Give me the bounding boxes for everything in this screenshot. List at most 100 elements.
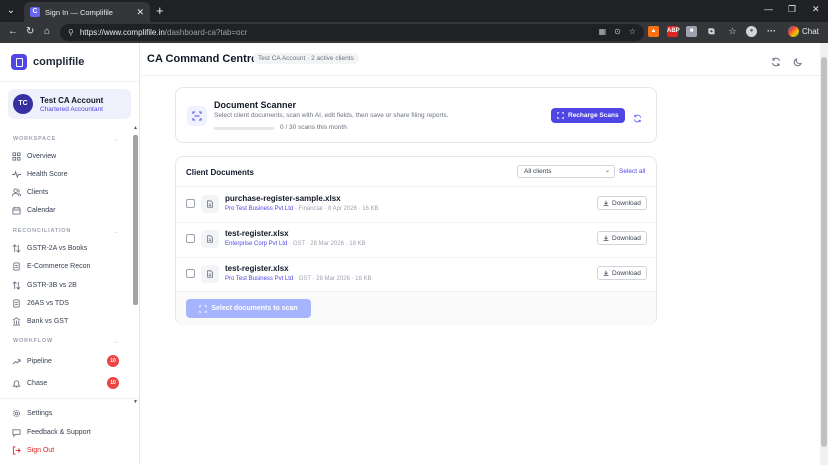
tab-title: Sign In — Complifile — [45, 7, 113, 17]
sign-out-button[interactable]: Sign Out — [11, 443, 123, 457]
document-icon — [11, 261, 21, 271]
chevron-down-icon[interactable]: ⌄ — [113, 338, 118, 345]
sidebar: complifile TC Test CA Account Chartered … — [0, 43, 140, 465]
sidebar-item-label: Settings — [27, 409, 53, 417]
download-icon — [603, 270, 609, 276]
tab-search-icon[interactable]: ⌄ — [3, 3, 19, 19]
select-documents-to-scan-button[interactable]: Select documents to scan — [186, 299, 311, 318]
row-checkbox[interactable] — [186, 269, 195, 278]
trending-up-icon — [11, 356, 21, 366]
sidebar-item-chase[interactable]: Chase 10 — [11, 376, 123, 390]
page-scrollbar[interactable] — [820, 43, 828, 465]
row-checkbox[interactable] — [186, 234, 195, 243]
sidebar-item-bank-gst[interactable]: Bank vs GST — [11, 314, 123, 328]
chevron-down-icon[interactable]: ⌄ — [113, 228, 118, 235]
chevron-down-icon: ⌄ — [604, 168, 610, 174]
dark-mode-icon[interactable] — [793, 54, 803, 67]
user-card[interactable]: TC Test CA Account Chartered Accountant — [8, 89, 131, 119]
client-filter-select[interactable]: All clients ⌄ — [517, 165, 615, 178]
file-icon — [201, 230, 219, 248]
select-all-link[interactable]: Select all — [619, 168, 645, 175]
extension-fox-icon[interactable]: ▲ — [648, 26, 659, 37]
browser-tab[interactable]: C Sign In — Complifile ✕ — [24, 2, 150, 22]
client-name[interactable]: Pro Test Business Pvt Ltd — [225, 276, 293, 282]
sidebar-item-label: Health Score — [27, 170, 68, 178]
download-label: Download — [612, 234, 641, 242]
grid-icon — [11, 151, 21, 161]
sidebar-item-calendar[interactable]: Calendar — [11, 203, 123, 217]
bank-icon — [11, 316, 21, 326]
compare-arrows-icon — [11, 243, 21, 253]
chat-button[interactable]: Chat — [788, 26, 819, 37]
new-tab-icon[interactable]: + — [156, 4, 164, 18]
extensions-puzzle-icon[interactable]: ⧉ — [706, 26, 717, 37]
client-documents-card: Client Documents All clients ⌄ Select al… — [175, 156, 657, 325]
sidebar-item-clients[interactable]: Clients — [11, 185, 123, 199]
sidebar-item-label: 26AS vs TDS — [27, 299, 69, 307]
download-button[interactable]: Download — [597, 196, 647, 210]
refresh-icon[interactable] — [633, 110, 643, 123]
scroll-thumb[interactable] — [133, 135, 138, 305]
back-icon[interactable]: ← — [8, 26, 18, 38]
sidebar-item-settings[interactable]: Settings — [11, 406, 123, 420]
download-button[interactable]: Download — [597, 266, 647, 280]
sidebar-item-26as-tds[interactable]: 26AS vs TDS — [11, 296, 123, 310]
download-button[interactable]: Download — [597, 231, 647, 245]
home-icon[interactable]: ⌂ — [44, 26, 50, 38]
address-bar[interactable]: ⚲ https://www.complifile.in/dashboard-ca… — [60, 24, 644, 41]
refresh-icon[interactable] — [771, 54, 781, 67]
scroll-thumb[interactable] — [821, 57, 827, 447]
more-menu-icon[interactable]: ··· — [766, 26, 777, 37]
scanner-description: Select client documents, scan with AI, e… — [214, 112, 449, 119]
sidebar-scrollbar[interactable]: ▲ ▼ — [133, 125, 138, 405]
sidebar-item-health-score[interactable]: Health Score — [11, 167, 123, 181]
row-checkbox[interactable] — [186, 199, 195, 208]
sidebar-item-pipeline[interactable]: Pipeline 10 — [11, 354, 123, 368]
client-name[interactable]: Pro Test Business Pvt Ltd — [225, 206, 293, 212]
scroll-down-icon[interactable]: ▼ — [133, 399, 138, 405]
download-icon — [603, 200, 609, 206]
minimize-icon[interactable]: — — [764, 4, 773, 14]
sidebar-item-label: Chase — [27, 379, 48, 387]
user-role: Chartered Accountant — [40, 105, 103, 113]
client-name[interactable]: Enterprise Corp Pvt Ltd — [225, 241, 287, 247]
bookmark-star-icon[interactable]: ☆ — [629, 27, 636, 36]
sidebar-item-feedback[interactable]: Feedback & Support — [11, 425, 123, 439]
extension-clip-icon[interactable]: ■ — [686, 26, 697, 37]
copilot-icon — [788, 26, 799, 37]
apps-icon[interactable]: ▦ — [599, 27, 607, 36]
table-row[interactable]: test-register.xlsx Pro Test Business Pvt… — [176, 257, 656, 292]
close-window-icon[interactable]: ✕ — [812, 4, 820, 15]
count-badge: 10 — [107, 355, 119, 367]
maximize-icon[interactable]: ❐ — [788, 4, 796, 15]
translate-icon[interactable]: ⊙ — [614, 27, 621, 36]
sidebar-item-overview[interactable]: Overview — [11, 149, 123, 163]
profile-avatar-icon[interactable]: ● — [746, 26, 757, 37]
reload-icon[interactable]: ↻ — [26, 26, 34, 38]
divider — [0, 81, 139, 82]
sidebar-item-gstr2a[interactable]: GSTR-2A vs Books — [11, 241, 123, 255]
site-info-icon[interactable]: ⚲ — [68, 28, 74, 37]
table-row[interactable]: test-register.xlsx Enterprise Corp Pvt L… — [176, 222, 656, 257]
scan-icon — [557, 112, 564, 119]
sidebar-item-gstr3b[interactable]: GSTR-3B vs 2B — [11, 278, 123, 292]
download-icon — [603, 235, 609, 241]
chevron-down-icon[interactable]: ⌄ — [113, 136, 118, 143]
pulse-icon — [11, 169, 21, 179]
sidebar-item-label: Overview — [27, 152, 57, 160]
sidebar-item-label: Calendar — [27, 206, 56, 214]
brand[interactable]: complifile — [11, 54, 84, 70]
sidebar-item-ecommerce-recon[interactable]: E-Commerce Recon — [11, 259, 123, 273]
adblock-icon[interactable]: ABP — [667, 26, 680, 37]
sidebar-item-label: Pipeline — [27, 357, 52, 365]
favorites-icon[interactable]: ☆ — [727, 26, 738, 37]
table-row[interactable]: purchase-register-sample.xlsx Pro Test B… — [176, 187, 656, 222]
section-workflow: WORKFLOW — [13, 338, 54, 344]
scan-progress-bar — [214, 127, 274, 130]
scroll-up-icon[interactable]: ▲ — [133, 125, 138, 131]
sidebar-item-label: Sign Out — [27, 446, 55, 454]
count-badge: 10 — [107, 377, 119, 389]
tab-close-icon[interactable]: ✕ — [136, 7, 144, 18]
recharge-scans-button[interactable]: Recharge Scans — [551, 108, 625, 123]
file-meta: Enterprise Corp Pvt Ltd · GST · 28 Mar 2… — [225, 241, 366, 247]
